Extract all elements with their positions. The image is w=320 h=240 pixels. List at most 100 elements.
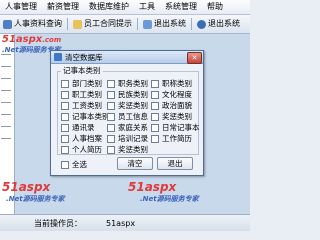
- dialog-title-bar[interactable]: 清空数据库 ✕: [51, 51, 203, 64]
- category-checkbox-label: 家庭关系: [118, 123, 148, 132]
- document-icon: [73, 19, 82, 29]
- exit-icon: [143, 19, 152, 29]
- checkbox-box[interactable]: [61, 123, 69, 132]
- menu-db-maintenance[interactable]: 数据库维护: [84, 0, 134, 14]
- category-checkbox-label: 培训记录: [118, 134, 148, 143]
- toolbar-contract-reminder-label: 员工合同提示: [84, 19, 132, 28]
- toolbar-separator: [137, 18, 138, 30]
- status-bar: 当前操作员： 51aspx: [0, 214, 250, 231]
- category-checkbox[interactable]: 职工类别: [61, 89, 102, 100]
- watermark-slogan: .Net源码服务专家: [140, 195, 199, 203]
- category-checkbox-label: 个人简历: [72, 145, 102, 154]
- category-checkbox-label: 职工类别: [72, 90, 102, 99]
- category-checkbox[interactable]: 记事本类别: [61, 111, 110, 122]
- status-operator-name: 51aspx: [106, 218, 136, 228]
- category-checkbox[interactable]: 奖惩类别: [151, 111, 192, 122]
- watermark-slogan: .Net源码服务专家: [6, 195, 65, 203]
- clear-database-dialog: 清空数据库 ✕ 记事本类别 部门类别 职务类别 职称类别职工类别 民族类别 文化程度工资…: [50, 50, 204, 176]
- category-group-label: 记事本类别: [61, 66, 103, 75]
- menu-system[interactable]: 系统管理: [160, 0, 202, 14]
- checkbox-box[interactable]: [61, 160, 69, 169]
- category-checkbox[interactable]: 政治面貌: [151, 100, 192, 111]
- category-checkbox[interactable]: 奖惩类别: [107, 144, 148, 155]
- checkbox-box[interactable]: [151, 123, 159, 132]
- category-checkbox[interactable]: 民族类别: [107, 89, 148, 100]
- checkbox-box[interactable]: [107, 134, 115, 143]
- category-checkbox-label: 员工信息: [118, 112, 148, 121]
- category-checkbox-label: 奖惩类别: [162, 112, 192, 121]
- app-icon: [54, 53, 62, 61]
- checkbox-box[interactable]: [151, 79, 159, 88]
- category-checkbox-label: 职称类别: [162, 79, 192, 88]
- close-button[interactable]: ✕: [187, 52, 202, 64]
- checkbox-box[interactable]: [61, 101, 69, 110]
- toolbar-exit-1[interactable]: 退出系统: [140, 15, 189, 33]
- checkbox-box[interactable]: [107, 101, 115, 110]
- menu-salary[interactable]: 薪资管理: [42, 0, 84, 14]
- category-checkbox-label: 奖惩类别: [118, 145, 148, 154]
- status-operator-label: 当前操作员：: [34, 218, 82, 228]
- checkbox-box[interactable]: [61, 134, 69, 143]
- checkbox-box[interactable]: [61, 90, 69, 99]
- category-checkbox[interactable]: 家庭关系: [107, 122, 148, 133]
- category-checkbox[interactable]: 职称类别: [151, 78, 192, 89]
- tree-branch: [1, 90, 11, 96]
- select-all-checkbox[interactable]: 全选: [61, 159, 87, 170]
- category-checkbox[interactable]: 文化程度: [151, 89, 192, 100]
- watermark-logo: 51aspx: [2, 180, 51, 194]
- tree-branch: [1, 114, 11, 120]
- category-checkbox-label: 记事本类别: [72, 112, 110, 121]
- checkbox-box[interactable]: [151, 90, 159, 99]
- menu-help[interactable]: 帮助: [202, 0, 228, 14]
- category-checkbox[interactable]: 日常记事本: [151, 122, 200, 133]
- category-checkbox-label: 职务类别: [118, 79, 148, 88]
- menu-tools[interactable]: 工具: [134, 0, 160, 14]
- toolbar-exit-2[interactable]: 退出系统: [194, 15, 243, 33]
- category-checkbox[interactable]: 培训记录: [107, 133, 148, 144]
- category-checkbox[interactable]: 部门类别: [61, 78, 102, 89]
- checkbox-box[interactable]: [151, 134, 159, 143]
- category-checkbox[interactable]: 职务类别: [107, 78, 148, 89]
- checkbox-box[interactable]: [107, 123, 115, 132]
- tree-branch: [1, 78, 11, 84]
- category-checkbox[interactable]: 员工信息: [107, 111, 148, 122]
- checkbox-box[interactable]: [151, 112, 159, 121]
- clear-button[interactable]: 清空: [117, 157, 153, 170]
- exit-icon: [197, 19, 206, 29]
- checkbox-box[interactable]: [107, 90, 115, 99]
- checkbox-box[interactable]: [61, 145, 69, 154]
- category-checkbox-label: 人事档案: [72, 134, 102, 143]
- checkbox-box[interactable]: [61, 112, 69, 121]
- category-checkbox-label: 日常记事本: [162, 123, 200, 132]
- watermark-logo: 51aspx.com: [2, 34, 62, 45]
- checkbox-box[interactable]: [107, 145, 115, 154]
- exit-button[interactable]: 退出: [157, 157, 193, 170]
- toolbar-separator: [191, 18, 192, 30]
- toolbar-exit-2-label: 退出系统: [208, 19, 240, 28]
- toolbar-separator: [67, 18, 68, 30]
- category-checkbox-label: 部门类别: [72, 79, 102, 88]
- category-checkbox[interactable]: 人事档案: [61, 133, 102, 144]
- category-checkbox[interactable]: 通讯录: [61, 122, 95, 133]
- tree-branch: [1, 102, 11, 108]
- category-checkbox[interactable]: 奖惩类别: [107, 100, 148, 111]
- tree-branch: [1, 138, 11, 144]
- toolbar-exit-1-label: 退出系统: [154, 19, 186, 28]
- category-checkbox-label: 工资类别: [72, 101, 102, 110]
- category-checkbox[interactable]: 工资类别: [61, 100, 102, 111]
- category-checkbox-label: 奖惩类别: [118, 101, 148, 110]
- checkbox-box[interactable]: [107, 79, 115, 88]
- select-all-label: 全选: [72, 160, 87, 169]
- checkbox-box[interactable]: [151, 101, 159, 110]
- category-checkbox-label: 民族类别: [118, 90, 148, 99]
- toolbar: 人事资料查询 员工合同提示 退出系统 退出系统: [0, 15, 250, 34]
- checkbox-box[interactable]: [61, 79, 69, 88]
- tree-branch: [1, 126, 11, 132]
- toolbar-personnel-query[interactable]: 人事资料查询: [0, 15, 65, 33]
- menu-bar: 人事管理 薪资管理 数据库维护 工具 系统管理 帮助: [0, 0, 250, 15]
- checkbox-box[interactable]: [107, 112, 115, 121]
- category-checkbox[interactable]: 个人简历: [61, 144, 102, 155]
- category-checkbox[interactable]: 工作简历: [151, 133, 192, 144]
- menu-personnel[interactable]: 人事管理: [0, 0, 42, 14]
- toolbar-contract-reminder[interactable]: 员工合同提示: [70, 15, 135, 33]
